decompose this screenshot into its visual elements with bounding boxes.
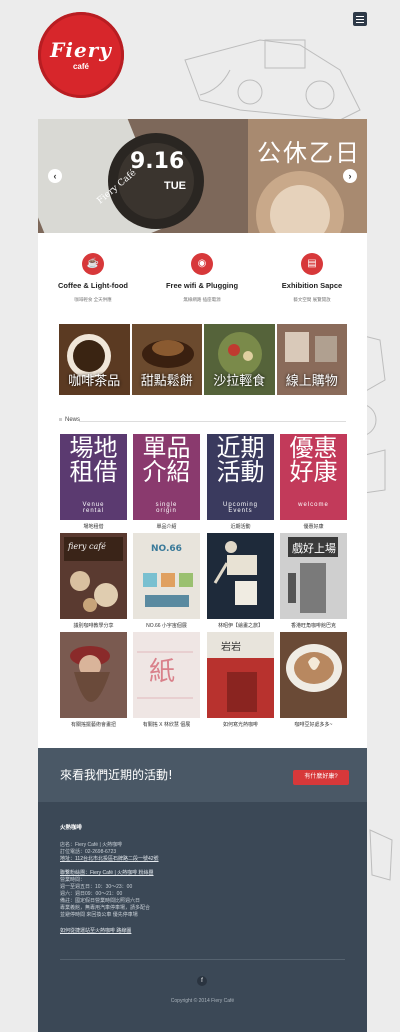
footer-line-hours-label: 營業時間： (60, 877, 86, 883)
news-divider (79, 421, 346, 422)
feature-title: Coffee & Light-food (58, 281, 128, 290)
events-cta-banner: 來看我們近期的活動! 有什麼好康? (38, 748, 367, 802)
hero-slider: Fiery Café 9.16 TUE 公休乙日 ‹ › (38, 119, 367, 233)
route-map-link[interactable]: 如何從捷運站至火熱咖啡 路線圖 (60, 928, 131, 934)
feature-subtitle: 藝文空間 展覽開放 (293, 297, 331, 302)
copyright: Copyright © 2014 Fiery Café (170, 998, 235, 1004)
header: Fiery café (0, 0, 400, 118)
tile-title-line1: 單品 (142, 434, 191, 462)
tile-caption: 有關搖 X 林欣慧 個展 (142, 722, 191, 728)
footer-line-weekday-hours: 週一至週五日：10：30～23：00 (60, 884, 133, 890)
tile-title-line2: 租借 (69, 458, 118, 486)
footer-line-store-name: 店名：Fiery Café | 火熱咖啡 (60, 842, 123, 848)
fiery-cafe-logo[interactable]: Fiery café (38, 12, 124, 98)
feature-subtitle: 咖啡輕食 全天供應 (74, 297, 112, 302)
category-label: 咖啡茶品 (68, 374, 121, 389)
category-salad[interactable]: 沙拉輕食 (204, 324, 275, 395)
category-row: 咖啡茶品 甜點鬆餅 沙拉輕食 線上購物 (59, 324, 347, 395)
feature-wifi: ◉ Free wifi & Plugging 無線網路 插座電源 (147, 253, 257, 303)
page: Fiery café Fiery Café 9.16 TUE 公休乙日 ‹ › … (0, 0, 400, 1032)
hamburger-menu-icon[interactable] (353, 12, 367, 26)
tile-title-line2: 活動 (216, 458, 265, 486)
footer-line-parking-note: 專業義館，無專用汽車停車場，請多配合 (60, 905, 151, 911)
address-link[interactable]: 地址：112台北市北投區石牌路二段一號42號 (60, 856, 159, 862)
footer-heading: 火熱咖啡 (60, 825, 83, 831)
tile-caption: NO.66 小宇宙個展 (146, 623, 187, 629)
tile-caption: 如何寫光熱咖啡 (222, 722, 258, 728)
wifi-rss-icon: ◉ (191, 253, 213, 275)
facebook-icon[interactable]: f (197, 976, 207, 986)
footer-line-address[interactable]: 地址：112台北市北投區石牌路二段一號42號 (60, 856, 159, 863)
slide-title: 公休乙日 (257, 139, 361, 167)
category-coffee-tea[interactable]: 咖啡茶品 (59, 324, 130, 395)
tile-caption: 林昭伊【繪畫之旅】 (217, 623, 263, 629)
tile-caption: 優惠好康 (303, 524, 324, 530)
tile-caption: 場地租借 (83, 524, 104, 530)
tile-overlay-text: NO.66 (151, 544, 182, 554)
feature-coffee: ☕ Coffee & Light-food 咖啡輕食 全天供應 (38, 253, 148, 303)
feature-exhibition: ▤ Exhibition Sapce 藝文空間 展覽開放 (257, 253, 367, 303)
category-label: 甜點鬆餅 (140, 374, 193, 389)
footer-line-holiday-note: 備註：國定假日營業時間比照週六日 (60, 898, 141, 904)
footer-line-bus-note: 並避停時間 來回換公車 優先停車場 (60, 912, 138, 918)
logo-subtext: café (72, 62, 89, 71)
tile-title-line1: 場地 (69, 434, 118, 462)
footer-line-phone: 訂位電話：02-2698-6723 (60, 849, 117, 855)
slide-date: 9.16 (130, 149, 185, 174)
tile-subtitle: Venue rental (82, 502, 105, 514)
tile-overlay-text: 戲好上場 (292, 541, 336, 555)
tile-overlay-text: 紙 (149, 657, 175, 687)
tile-title-line1: 優惠 (289, 434, 338, 462)
tile-title-line2: 好康 (289, 458, 338, 486)
footer-divider (60, 959, 345, 960)
tile-overlay-text: 岩岩 (221, 640, 241, 653)
tile-caption: 近期活動 (230, 524, 251, 530)
fanpage-link[interactable]: 聯繫粉絲團：Fiery Café | 火熱咖啡 粉絲團 (60, 870, 154, 876)
feature-subtitle: 無線網路 插座電源 (183, 297, 221, 302)
logo-text: Fiery (50, 38, 112, 62)
news-heading: News (59, 417, 80, 423)
category-desserts[interactable]: 甜點鬆餅 (131, 324, 202, 395)
footer: 火熱咖啡 店名：Fiery Café | 火熱咖啡 訂位電話：02-2698-6… (38, 802, 367, 1032)
feature-title: Exhibition Sapce (281, 281, 343, 290)
chevron-right-icon[interactable]: › (343, 169, 357, 183)
document-icon: ▤ (301, 253, 323, 275)
tile-caption: 單品介紹 (156, 524, 177, 530)
footer-line-weekend-hours: 週六：週日09：00～21：00 (60, 891, 123, 897)
footer-line-fanpage[interactable]: 聯繫粉絲團：Fiery Café | 火熱咖啡 粉絲團 (60, 870, 154, 877)
chevron-left-icon[interactable]: ‹ (48, 169, 62, 183)
tile-overlay-text: fiery café (67, 542, 106, 551)
tile-title-line1: 近期 (216, 434, 265, 462)
footer-route-link-wrap[interactable]: 如何從捷運站至火熱咖啡 路線圖 (60, 928, 131, 935)
tile-caption: 有關搖擺藝術會畫扭 (70, 722, 116, 728)
tile-caption: 咖啡豆好處多多~ (294, 722, 333, 728)
tile-subtitle: welcome (298, 502, 329, 508)
main-content: ☕ Coffee & Light-food 咖啡輕食 全天供應 ◉ Free w… (38, 233, 367, 748)
coffee-cup-icon: ☕ (82, 253, 104, 275)
category-online-shop[interactable]: 線上購物 (276, 324, 347, 395)
tile-title-line2: 介紹 (142, 458, 191, 486)
tile-caption: 香港旺角咖啡館巴克 (290, 623, 336, 629)
cta-text: 來看我們近期的活動! (60, 768, 173, 782)
feature-title: Free wifi & Plugging (165, 281, 239, 290)
cta-button[interactable]: 有什麼好康? (293, 770, 349, 785)
category-label: 線上購物 (285, 374, 338, 389)
tile-subtitle: Upcoming Events (222, 502, 258, 514)
tile-caption: 議別咖啡教學分享 (73, 623, 114, 629)
category-label: 沙拉輕食 (213, 374, 266, 389)
tile-subtitle: single origin (155, 502, 178, 514)
slide-day: TUE (164, 180, 186, 192)
